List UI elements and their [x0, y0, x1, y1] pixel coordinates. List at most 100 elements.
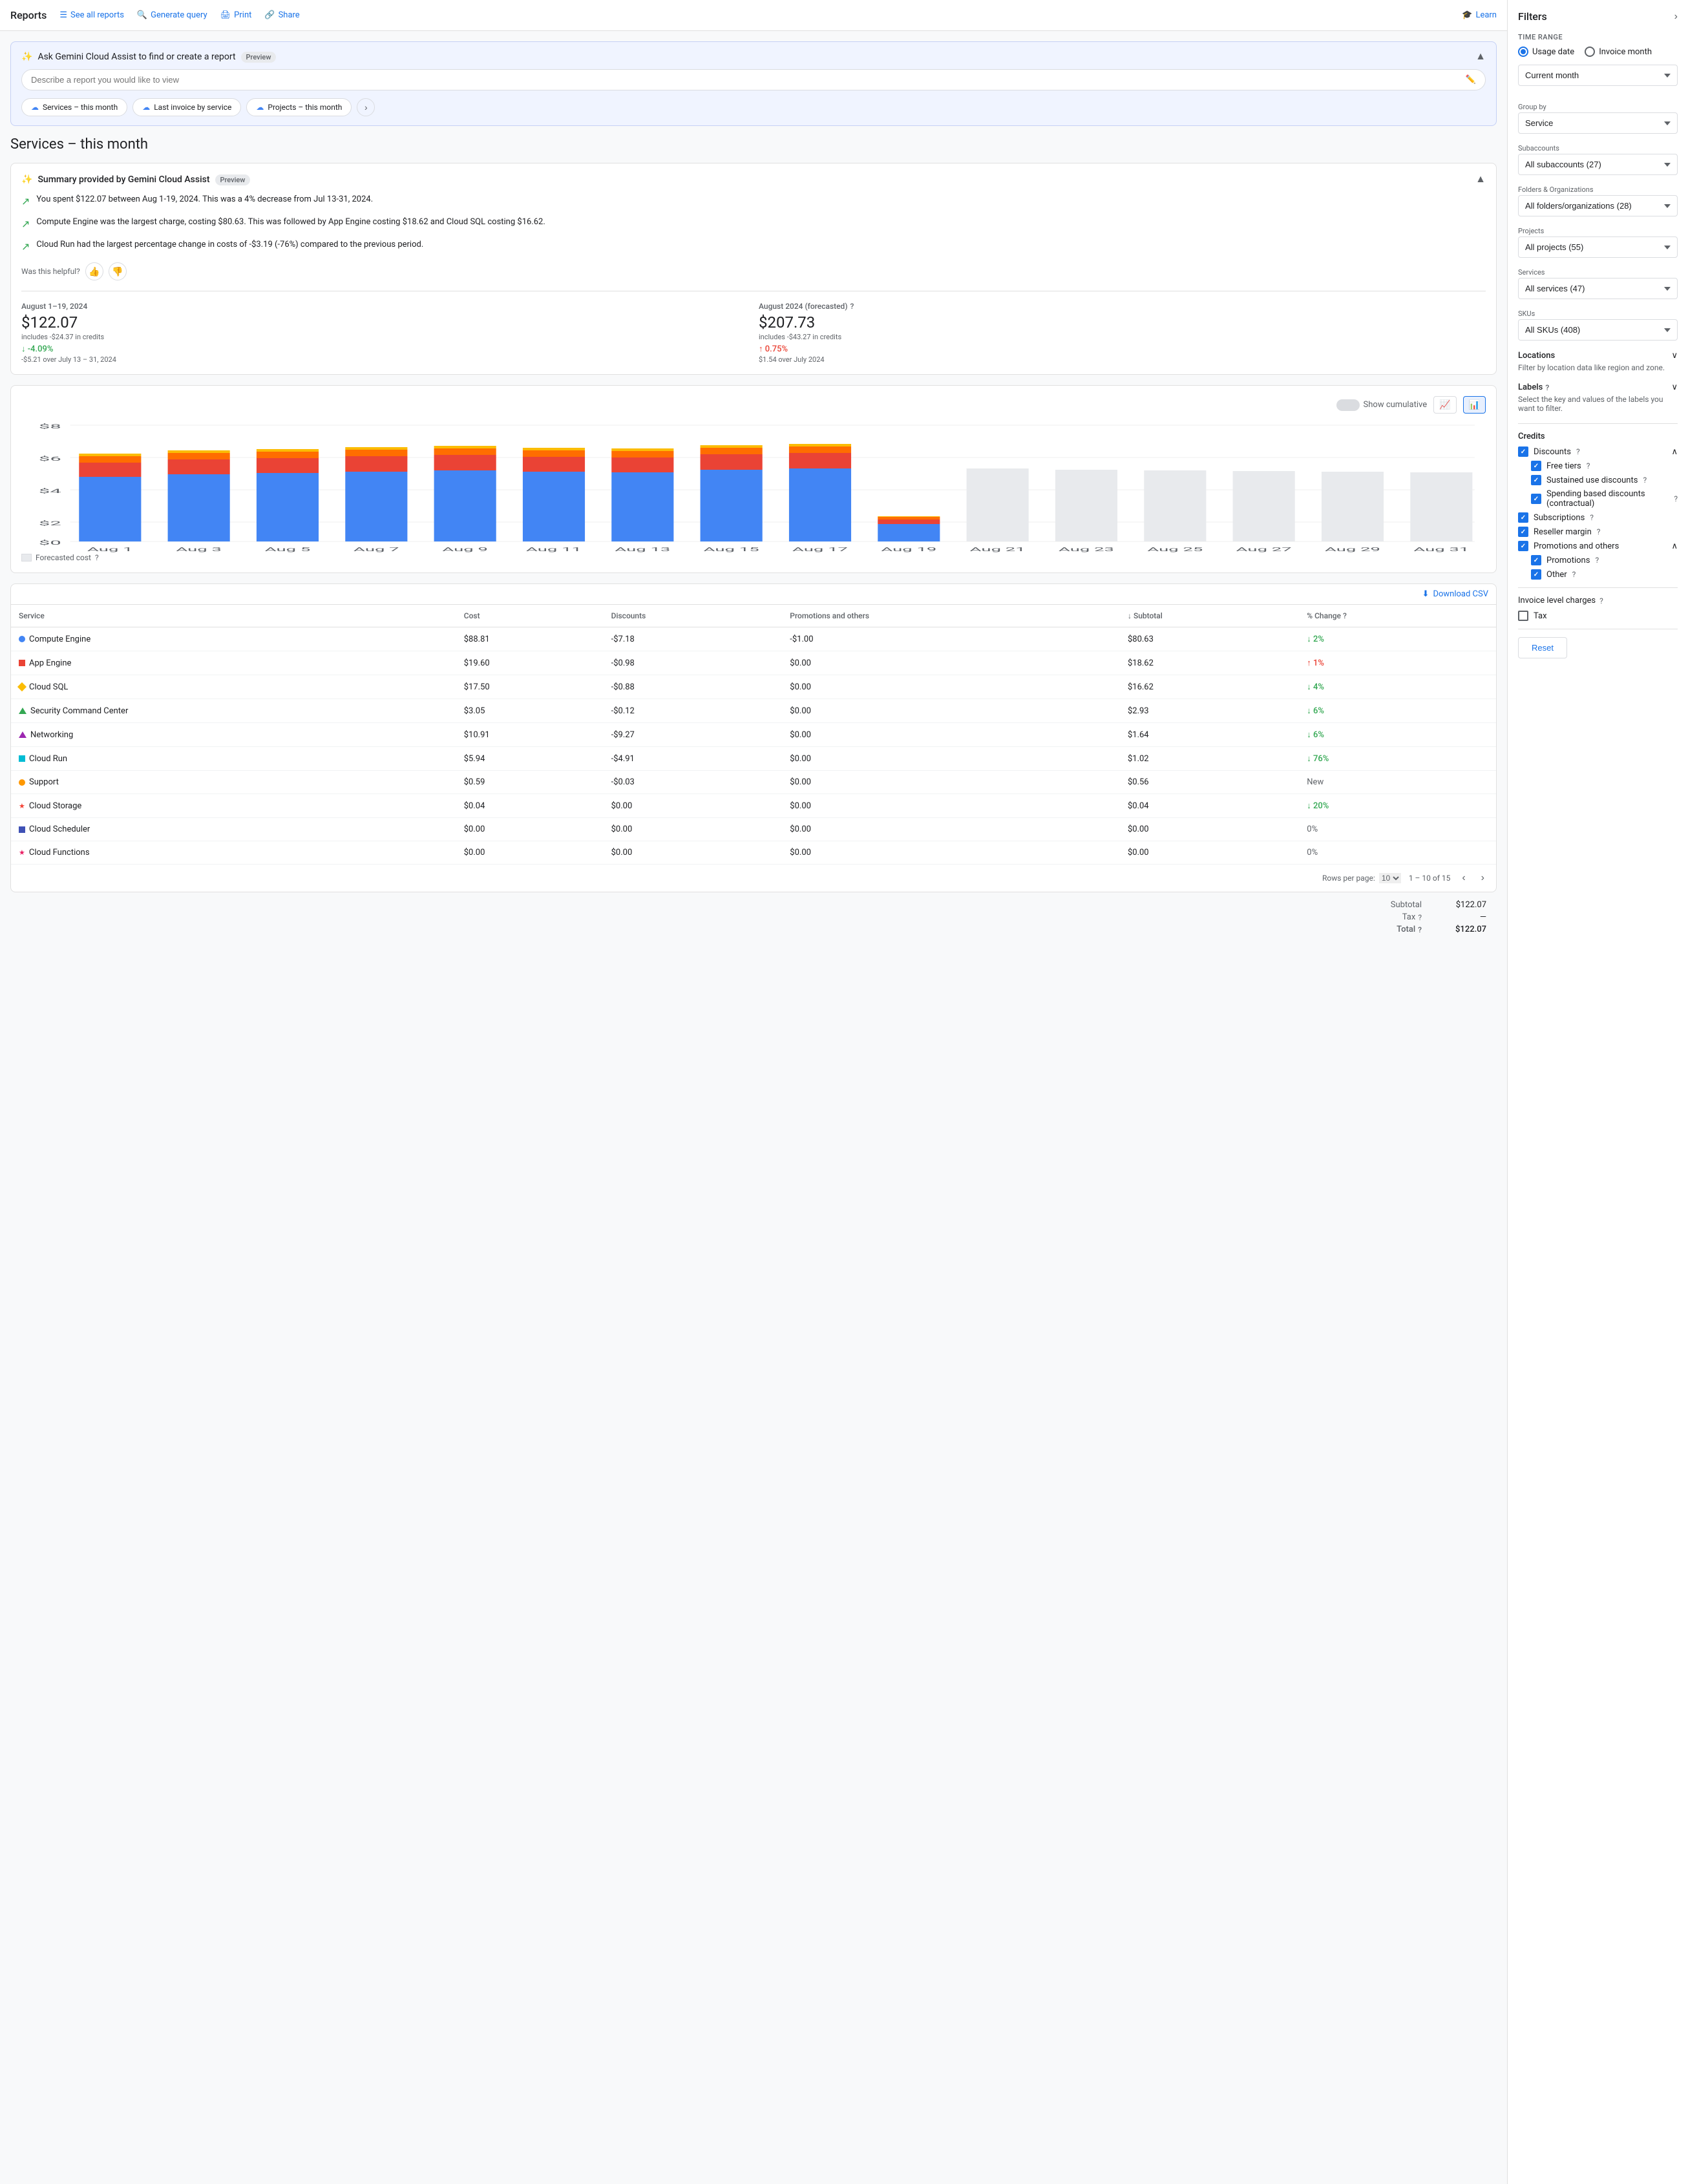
sustained-use-checkbox[interactable]: Sustained use discounts ?: [1531, 475, 1678, 485]
chips-next-button[interactable]: ›: [357, 98, 375, 116]
reseller-margin-help-icon[interactable]: ?: [1597, 527, 1601, 536]
skus-select[interactable]: All SKUs (408): [1518, 319, 1678, 341]
free-tiers-help-icon[interactable]: ?: [1587, 461, 1590, 470]
subtotal-cell: $0.04: [1120, 794, 1299, 818]
pagination-next-button[interactable]: ›: [1477, 871, 1488, 885]
tax-checkbox[interactable]: Tax: [1518, 611, 1678, 621]
subaccounts-select[interactable]: All subaccounts (27): [1518, 154, 1678, 175]
chart-controls: Show cumulative 📈 📊: [21, 396, 1486, 414]
invoice-month-radio[interactable]: Invoice month: [1585, 47, 1652, 57]
discounts-cell: -$0.12: [604, 699, 783, 723]
table-footer: Rows per page: 10 25 50 1 – 10 of 15 ‹ ›: [11, 865, 1496, 892]
subscriptions-checkbox[interactable]: Subscriptions ?: [1518, 512, 1678, 523]
svg-text:Aug 23: Aug 23: [1059, 546, 1114, 552]
pct-change-help-icon[interactable]: ?: [1343, 611, 1347, 620]
subtotal-cell: $0.00: [1120, 841, 1299, 865]
reseller-margin-cb-icon: [1518, 527, 1528, 537]
time-range-radio-group: Usage date Invoice month: [1518, 47, 1678, 57]
learn-icon: 🎓: [1462, 10, 1472, 20]
promotions-chevron-icon: ∧: [1671, 541, 1678, 551]
svg-text:Aug 3: Aug 3: [176, 546, 222, 552]
sustained-use-cb-icon: [1531, 475, 1541, 485]
group-by-select[interactable]: Service: [1518, 112, 1678, 134]
forecasted-cost-help-icon[interactable]: ?: [95, 553, 99, 562]
show-cumulative-toggle[interactable]: Show cumulative: [1336, 399, 1428, 411]
current-sub: includes -$24.37 in credits: [21, 333, 748, 341]
spending-based-help-icon[interactable]: ?: [1674, 494, 1678, 503]
current-month-select[interactable]: Current month: [1518, 65, 1678, 86]
chip-last-invoice[interactable]: ☁ Last invoice by service: [132, 98, 241, 116]
discounts-checkbox[interactable]: Discounts ? ∧: [1518, 446, 1678, 457]
cost-cell: $88.81: [456, 627, 604, 651]
service-cell: Compute Engine: [11, 627, 456, 651]
chip-services-this-month[interactable]: ☁ Services – this month: [21, 98, 127, 116]
gemini-search-input[interactable]: [31, 75, 1466, 85]
other-cb-icon: [1531, 569, 1541, 580]
see-all-reports-link[interactable]: ☰ See all reports: [59, 10, 124, 20]
promotions-checkbox[interactable]: Promotions ?: [1531, 555, 1678, 565]
folders-select[interactable]: All folders/organizations (28): [1518, 195, 1678, 216]
learn-link[interactable]: 🎓 Learn: [1462, 10, 1497, 20]
generate-query-link[interactable]: 🔍 Generate query: [137, 10, 207, 20]
change-cell: ↓ 4%: [1299, 675, 1496, 699]
spending-based-checkbox[interactable]: Spending based discounts (contractual) ?: [1531, 489, 1678, 509]
usage-date-radio-circle: [1518, 47, 1528, 57]
reset-button[interactable]: Reset: [1518, 637, 1567, 658]
invoice-charges-help-icon[interactable]: ?: [1599, 596, 1603, 605]
line-chart-button[interactable]: 📈: [1433, 396, 1456, 414]
pagination-prev-button[interactable]: ‹: [1458, 871, 1469, 885]
credits-divider: [1518, 423, 1678, 424]
summary-collapse-button[interactable]: ▲: [1475, 174, 1486, 185]
svg-text:Aug 1: Aug 1: [87, 546, 133, 552]
table-row: Networking $10.91 -$9.27 $0.00 $1.64 ↓ 6…: [11, 723, 1496, 747]
total-help-icon[interactable]: ?: [1418, 925, 1422, 934]
usage-date-radio[interactable]: Usage date: [1518, 47, 1574, 57]
forecasted-help-icon[interactable]: ?: [850, 302, 854, 311]
gemini-collapse-button[interactable]: ▲: [1475, 51, 1486, 63]
change-cell: ↓ 6%: [1299, 699, 1496, 723]
projects-select[interactable]: All projects (55): [1518, 236, 1678, 258]
table-row: Cloud SQL $17.50 -$0.88 $0.00 $16.62 ↓ 4…: [11, 675, 1496, 699]
brand-title: Reports: [10, 9, 47, 21]
col-cost: Cost: [456, 605, 604, 627]
services-select[interactable]: All services (47): [1518, 278, 1678, 299]
download-csv-button[interactable]: ⬇ Download CSV: [1422, 589, 1488, 599]
rows-per-page-select[interactable]: 10 25 50: [1379, 873, 1401, 883]
other-checkbox[interactable]: Other ?: [1531, 569, 1678, 580]
thumbs-up-button[interactable]: 👍: [85, 262, 103, 280]
share-link[interactable]: 🔗 Share: [264, 10, 299, 20]
labels-header[interactable]: Labels ? ∨: [1518, 383, 1678, 392]
col-promotions: Promotions and others: [782, 605, 1120, 627]
table-row: Support $0.59 -$0.03 $0.00 $0.56 New: [11, 771, 1496, 794]
chip-projects-this-month[interactable]: ☁ Projects – this month: [246, 98, 352, 116]
svg-text:$0: $0: [39, 540, 61, 547]
bar-chart-button[interactable]: 📊: [1463, 396, 1486, 414]
sustained-use-help-icon[interactable]: ?: [1643, 476, 1647, 485]
current-change: ↓ -4.09%: [21, 344, 54, 354]
promotions-others-checkbox[interactable]: Promotions and others ∧: [1518, 541, 1678, 551]
tax-help-icon[interactable]: ?: [1418, 913, 1422, 922]
thumbs-down-button[interactable]: 👎: [109, 262, 127, 280]
feedback-row: Was this helpful? 👍 👎: [21, 262, 1486, 280]
promotions-help-icon[interactable]: ?: [1595, 556, 1599, 565]
table-row: Cloud Run $5.94 -$4.91 $0.00 $1.02 ↓ 76%: [11, 747, 1496, 771]
change-cell: New: [1299, 771, 1496, 794]
labels-help-icon[interactable]: ?: [1545, 383, 1549, 392]
print-link[interactable]: 🖨 Print: [220, 10, 252, 20]
subscriptions-help-icon[interactable]: ?: [1590, 513, 1594, 522]
group-by-section: Group by Service: [1518, 103, 1678, 134]
change-value: ↓ 6%: [1307, 730, 1324, 740]
cumulative-toggle-switch[interactable]: [1336, 399, 1360, 411]
change-cell: ↑ 1%: [1299, 651, 1496, 675]
other-help-icon[interactable]: ?: [1572, 570, 1576, 579]
filters-expand-button[interactable]: ›: [1674, 11, 1678, 23]
locations-header[interactable]: Locations ∨: [1518, 351, 1678, 361]
skus-section: SKUs All SKUs (408): [1518, 310, 1678, 341]
gemini-input-row: ✏️: [21, 69, 1486, 90]
discounts-help-icon[interactable]: ?: [1576, 447, 1580, 456]
promotions-cell: $0.00: [782, 841, 1120, 865]
free-tiers-checkbox[interactable]: Free tiers ?: [1531, 461, 1678, 471]
discounts-cell: $0.00: [604, 841, 783, 865]
subtotal-cell: $1.02: [1120, 747, 1299, 771]
reseller-margin-checkbox[interactable]: Reseller margin ?: [1518, 527, 1678, 537]
